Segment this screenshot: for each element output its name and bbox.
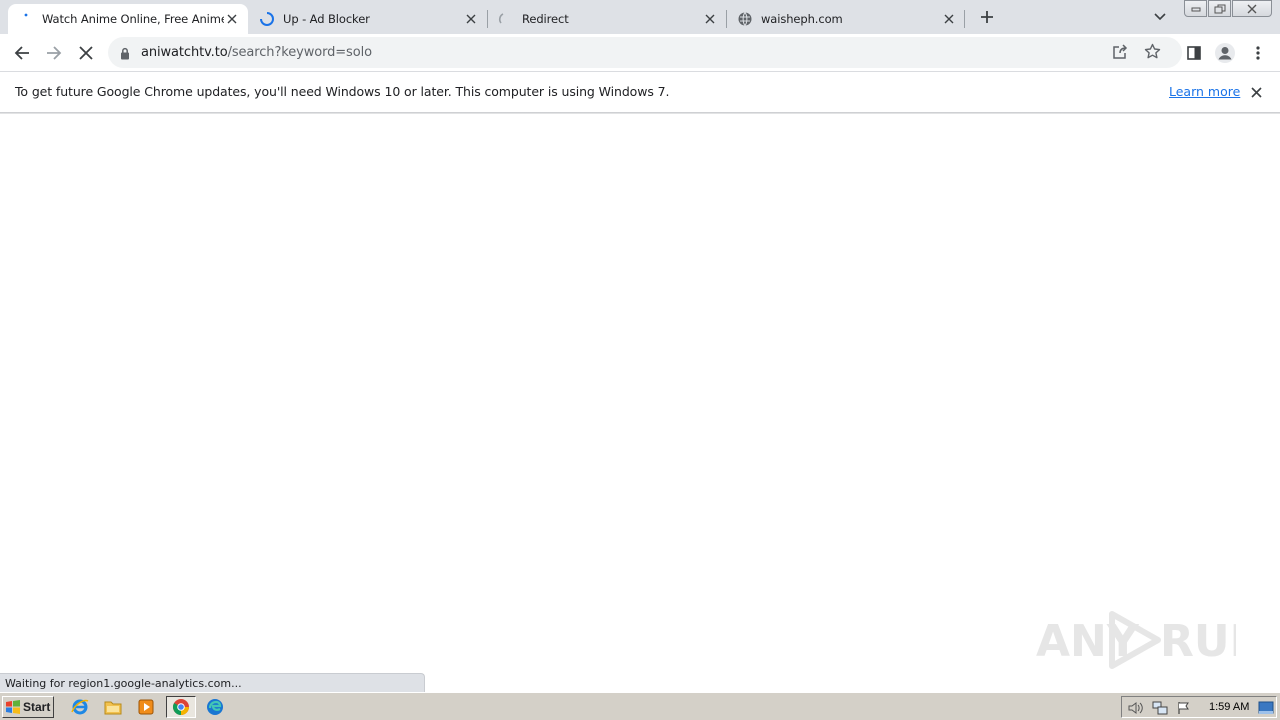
system-tray: 1:59 AM xyxy=(1121,696,1277,718)
internet-explorer-icon xyxy=(71,699,89,715)
start-button[interactable]: Start xyxy=(2,696,54,718)
tab-title: Redirect xyxy=(522,12,569,26)
windows-taskbar: Start 1:59 AM xyxy=(0,692,1280,720)
file-explorer-icon xyxy=(104,701,122,715)
media-player-icon xyxy=(138,699,154,715)
tab-close-icon[interactable] xyxy=(463,11,479,27)
menu-button[interactable] xyxy=(1245,40,1271,66)
show-desktop-icon[interactable] xyxy=(1258,700,1274,716)
share-icon[interactable] xyxy=(1112,44,1128,64)
arrow-right-icon xyxy=(47,46,62,60)
status-bubble: Waiting for region1.google-analytics.com… xyxy=(0,673,425,692)
restore-icon xyxy=(1214,4,1225,13)
tab-search-button[interactable] xyxy=(1150,7,1170,27)
page-content xyxy=(0,114,1280,692)
chevron-down-icon xyxy=(1154,13,1166,21)
taskbar-file-explorer[interactable] xyxy=(101,696,125,718)
browser-toolbar: aniwatchtv.to/search?keyword=solo xyxy=(0,34,1280,71)
side-panel-icon xyxy=(1187,46,1201,60)
forward-button[interactable] xyxy=(41,40,67,66)
tab-redirect[interactable]: Redirect xyxy=(488,4,726,34)
close-icon xyxy=(1247,4,1257,13)
tab-title: waisheph.com xyxy=(761,12,843,26)
side-panel-button[interactable] xyxy=(1181,40,1207,66)
back-button[interactable] xyxy=(9,40,35,66)
tab-strip: Watch Anime Online, Free Anime Str Up - … xyxy=(0,0,1280,34)
loading-spinner-icon xyxy=(259,11,275,27)
lock-icon[interactable] xyxy=(120,45,130,64)
loading-spinner-icon xyxy=(498,11,514,27)
restore-button[interactable] xyxy=(1208,0,1231,17)
new-tab-button[interactable] xyxy=(976,6,998,28)
taskbar-media-player[interactable] xyxy=(134,696,158,718)
tab-separator xyxy=(964,10,965,28)
plus-icon xyxy=(981,11,993,23)
profile-avatar-icon xyxy=(1215,43,1235,63)
start-label: Start xyxy=(23,700,51,714)
edge-icon xyxy=(207,699,223,715)
taskbar-clock[interactable]: 1:59 AM xyxy=(1209,701,1249,713)
infobar-close-icon[interactable] xyxy=(1248,84,1264,100)
action-center-flag-icon[interactable] xyxy=(1176,700,1192,716)
arrow-left-icon xyxy=(14,46,29,60)
url-path: /search?keyword=solo xyxy=(227,45,372,60)
more-vertical-icon xyxy=(1256,46,1260,60)
update-infobar: To get future Google Chrome updates, you… xyxy=(0,71,1280,112)
stop-icon xyxy=(79,46,93,60)
volume-icon[interactable] xyxy=(1128,700,1144,716)
url-text: aniwatchtv.to/search?keyword=solo xyxy=(141,45,372,60)
stop-button[interactable] xyxy=(73,40,99,66)
network-icon[interactable] xyxy=(1152,700,1168,716)
tab-title: Up - Ad Blocker xyxy=(283,12,370,26)
address-bar[interactable]: aniwatchtv.to/search?keyword=solo xyxy=(108,37,1182,68)
taskbar-edge[interactable] xyxy=(203,696,227,718)
tab-waisheph[interactable]: waisheph.com xyxy=(727,4,965,34)
minimize-icon xyxy=(1191,7,1200,11)
tab-close-icon[interactable] xyxy=(702,11,718,27)
learn-more-link[interactable]: Learn more xyxy=(1169,84,1240,99)
tab-watch-anime[interactable]: Watch Anime Online, Free Anime Str xyxy=(8,4,248,34)
url-domain: aniwatchtv.to xyxy=(141,45,228,60)
windows-logo-icon xyxy=(6,700,20,714)
anyrun-watermark: ANY RUN xyxy=(1036,611,1236,669)
tab-close-icon[interactable] xyxy=(224,11,240,27)
tab-close-icon[interactable] xyxy=(941,11,957,27)
taskbar-internet-explorer[interactable] xyxy=(68,696,92,718)
taskbar-chrome[interactable] xyxy=(166,696,196,718)
globe-icon xyxy=(737,11,753,27)
minimize-button[interactable] xyxy=(1184,0,1207,17)
tab-title: Watch Anime Online, Free Anime Str xyxy=(42,12,224,26)
tab-ad-blocker[interactable]: Up - Ad Blocker xyxy=(249,4,487,34)
loading-dots-icon xyxy=(18,11,34,27)
bookmark-star-icon[interactable] xyxy=(1144,43,1161,64)
profile-button[interactable] xyxy=(1212,40,1238,66)
chrome-icon xyxy=(173,699,189,715)
infobar-message: To get future Google Chrome updates, you… xyxy=(15,84,670,99)
window-close-button[interactable] xyxy=(1232,0,1272,17)
watermark-text-right: RUN xyxy=(1160,616,1236,667)
